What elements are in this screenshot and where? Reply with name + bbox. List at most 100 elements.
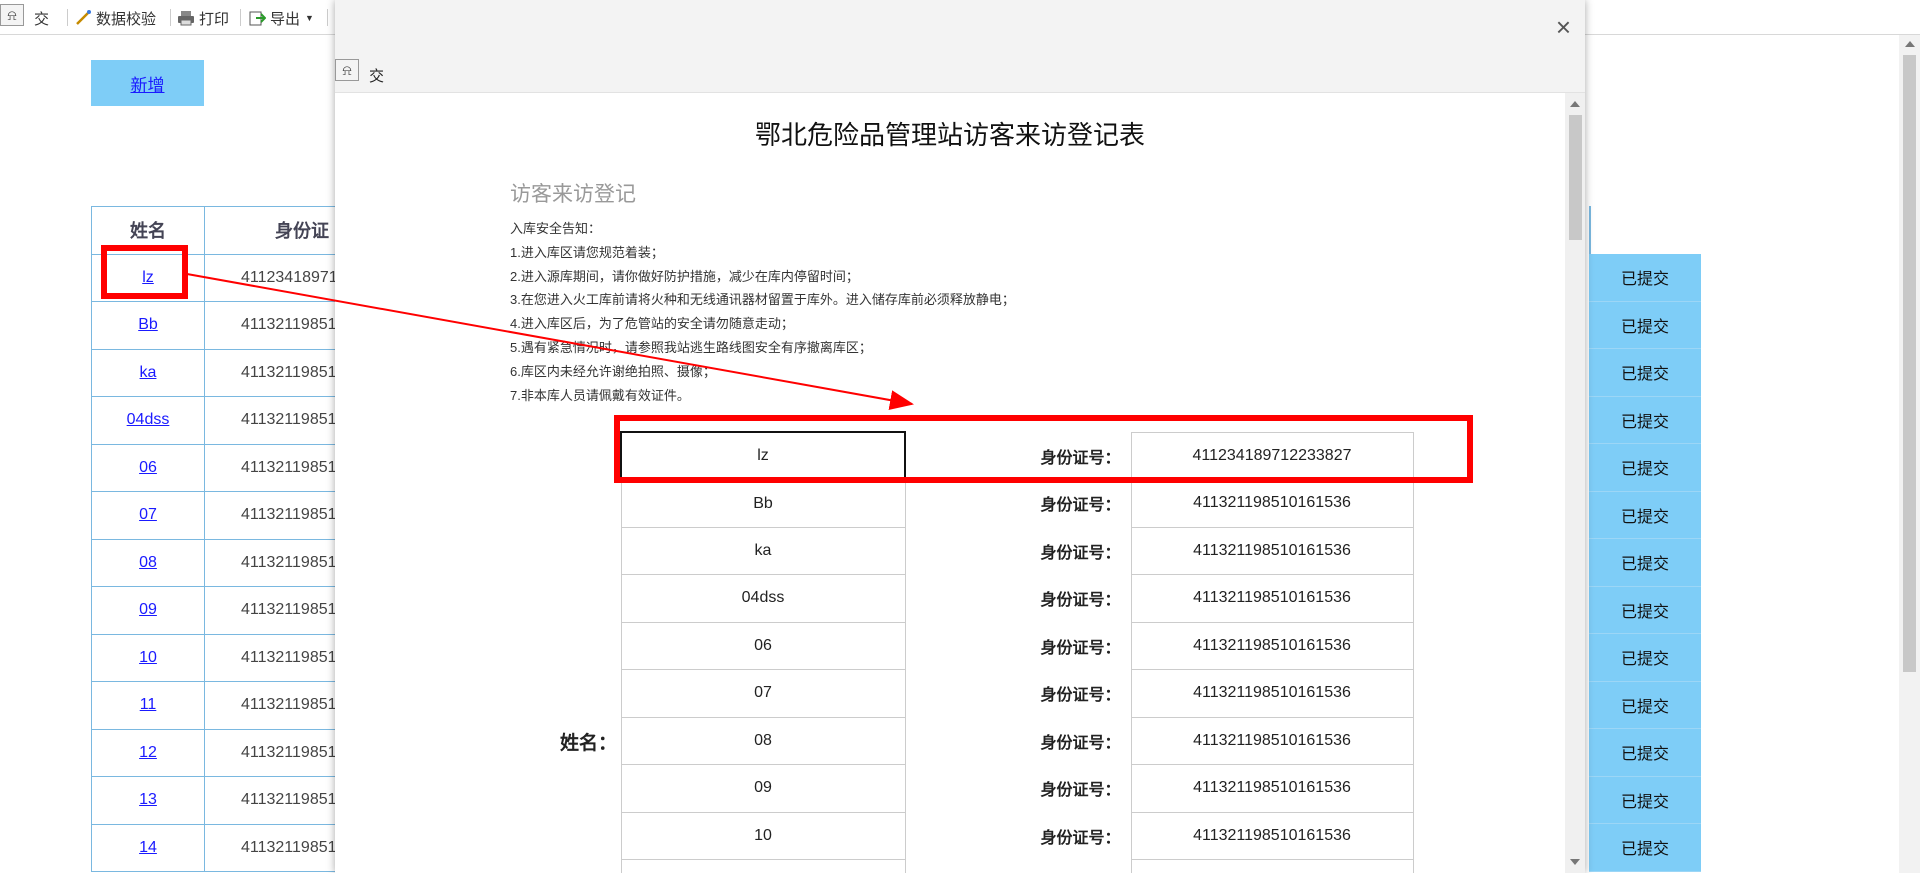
status-badge: 已提交 [1589, 681, 1701, 729]
status-badge: 已提交 [1589, 444, 1701, 492]
name-cell: 11 [91, 681, 205, 730]
name-link[interactable]: 08 [139, 554, 157, 571]
visitor-id-field[interactable]: 411321198510161536 [1130, 574, 1414, 623]
name-cell: 09 [91, 586, 205, 635]
notice-line: 7.非本库人员请佩戴有效证件。 [510, 387, 690, 403]
visitor-id-field[interactable]: 411321198510161536 [1130, 811, 1414, 860]
name-link[interactable]: 11 [140, 696, 157, 713]
status-badge: 已提交 [1589, 491, 1701, 539]
name-link[interactable]: lz [142, 269, 154, 286]
name-cell: 10 [91, 633, 205, 682]
visitor-name-field[interactable]: Bb [620, 479, 906, 528]
page-scrollbar[interactable] [1899, 35, 1920, 873]
safety-notice: 入库安全告知： 1.进入库区请您规范着装； 2.进入源库期间，请你做好防护措施，… [510, 217, 1015, 407]
scrollbar-thumb[interactable] [1569, 115, 1582, 240]
name-link[interactable]: 04dss [127, 411, 170, 428]
add-button[interactable]: 新增 [91, 60, 204, 106]
alarm-icon[interactable]: ⍾ [335, 59, 359, 81]
toolbar-divider [170, 9, 171, 26]
name-cell: 08 [91, 538, 205, 587]
name-link[interactable]: 13 [139, 791, 157, 808]
submit-label: 交 [34, 10, 50, 28]
status-badge: 已提交 [1589, 634, 1701, 682]
name-link[interactable]: ka [140, 364, 157, 381]
chevron-down-icon: ▼ [305, 13, 314, 23]
toolbar-divider [67, 9, 68, 26]
table-row: 11 41132119851 [91, 681, 360, 730]
notice-line: 1.进入库区请您规范着装； [510, 244, 664, 260]
visitor-name-field[interactable]: 08 [620, 716, 906, 765]
name-link[interactable]: 14 [139, 839, 157, 856]
name-link[interactable]: 06 [139, 459, 157, 476]
notice-line: 2.进入源库期间，请你做好防护措施，减少在库内停留时间； [510, 268, 859, 284]
id-field-label: 身份证号： [1040, 639, 1121, 657]
notice-line: 3.在您进入火工库前请将火种和无线通讯器材留置于库外。进入储存库前必须释放静电； [510, 292, 1015, 308]
status-badge: 已提交 [1589, 824, 1701, 872]
table-row: 09 41132119851 [91, 586, 360, 635]
print-button[interactable]: 打印 [177, 7, 229, 29]
name-cell: ka [91, 348, 205, 397]
modal-submit-button[interactable]: 交 [369, 65, 384, 86]
registration-modal: ⍾ 交 × 鄂北危险品管理站访客来访登记表 访客来访登记 入库安全告知： 1.进… [335, 0, 1585, 873]
visitor-id-field[interactable]: 411321198510161536 [1130, 764, 1414, 813]
visitor-name-field[interactable]: 07 [620, 669, 906, 718]
name-link[interactable]: 10 [139, 649, 157, 666]
table-row: 04dss 41132119851 [91, 396, 360, 445]
visitor-name-field[interactable]: 04dss [620, 574, 906, 623]
table-header: 姓名 身份证 [91, 206, 360, 255]
validate-button[interactable]: 数据校验 [74, 7, 156, 29]
table-row: lz 41123418971 [91, 253, 360, 302]
visitor-name-field[interactable]: lz [620, 431, 906, 481]
validate-label: 数据校验 [96, 10, 157, 28]
alarm-icon[interactable]: ⍾ [0, 4, 24, 26]
form-row: 08 身份证号： 411321198510161536 [620, 716, 1414, 765]
toolbar-divider [240, 9, 241, 26]
submit-button[interactable]: 交 [34, 7, 49, 29]
scroll-up-icon[interactable] [1905, 41, 1915, 47]
name-cell: 07 [91, 491, 205, 540]
close-icon[interactable]: × [1556, 14, 1571, 40]
visitor-id-field[interactable]: 411234189712233827 [1130, 431, 1414, 480]
name-link[interactable]: 12 [139, 744, 157, 761]
id-field-label: 身份证号： [1040, 544, 1121, 562]
visitor-id-field[interactable] [1130, 859, 1414, 873]
name-link[interactable]: 09 [139, 601, 157, 618]
id-field-label: 身份证号： [1040, 449, 1121, 467]
status-column: 已提交 已提交 已提交 已提交 已提交 已提交 已提交 已提交 已提交 已提交 已提交 已提交 已提交 [1589, 254, 1701, 872]
status-badge: 已提交 [1589, 539, 1701, 587]
form-row: ka 身份证号： 411321198510161536 [620, 526, 1414, 575]
visitor-name-field[interactable]: 10 [620, 811, 906, 860]
name-cell: 12 [91, 728, 205, 777]
id-field-label: 身份证号： [1040, 687, 1121, 705]
visitor-id-field[interactable]: 411321198510161536 [1130, 716, 1414, 765]
status-badge: 已提交 [1589, 254, 1701, 302]
table-row: Bb 41132119851 [91, 301, 360, 350]
scrollbar-thumb[interactable] [1903, 55, 1916, 672]
visitor-name-field[interactable]: 06 [620, 621, 906, 670]
toolbar-divider [327, 9, 328, 26]
name-link[interactable]: Bb [138, 316, 158, 333]
id-field-label: 身份证号： [1040, 592, 1121, 610]
name-cell: 14 [91, 823, 205, 872]
visitor-name-field[interactable]: ka [620, 526, 906, 575]
visitor-id-field[interactable]: 411321198510161536 [1130, 669, 1414, 718]
visitor-name-field[interactable] [620, 859, 906, 873]
form-row: 10 身份证号： 411321198510161536 [620, 811, 1414, 860]
modal-scrollbar[interactable] [1565, 93, 1585, 873]
visitor-id-field[interactable]: 411321198510161536 [1130, 479, 1414, 528]
id-field-label: 身份证号： [1040, 782, 1121, 800]
visitor-name-field[interactable]: 09 [620, 764, 906, 813]
status-badge: 已提交 [1589, 396, 1701, 444]
export-button[interactable]: 导出 ▼ [248, 7, 314, 29]
name-link[interactable]: 07 [139, 506, 157, 523]
status-badge: 已提交 [1589, 586, 1701, 634]
notice-line: 4.进入库区后，为了危管站的安全请勿随意走动； [510, 316, 794, 332]
status-badge: 已提交 [1589, 301, 1701, 349]
visitor-id-field[interactable]: 411321198510161536 [1130, 526, 1414, 575]
scroll-down-icon[interactable] [1570, 859, 1580, 865]
scroll-up-icon[interactable] [1570, 101, 1580, 107]
visitor-id-field[interactable]: 411321198510161536 [1130, 621, 1414, 670]
modal-body: 鄂北危险品管理站访客来访登记表 访客来访登记 入库安全告知： 1.进入库区请您规… [335, 93, 1565, 873]
export-icon [248, 9, 267, 27]
status-badge: 已提交 [1589, 776, 1701, 824]
